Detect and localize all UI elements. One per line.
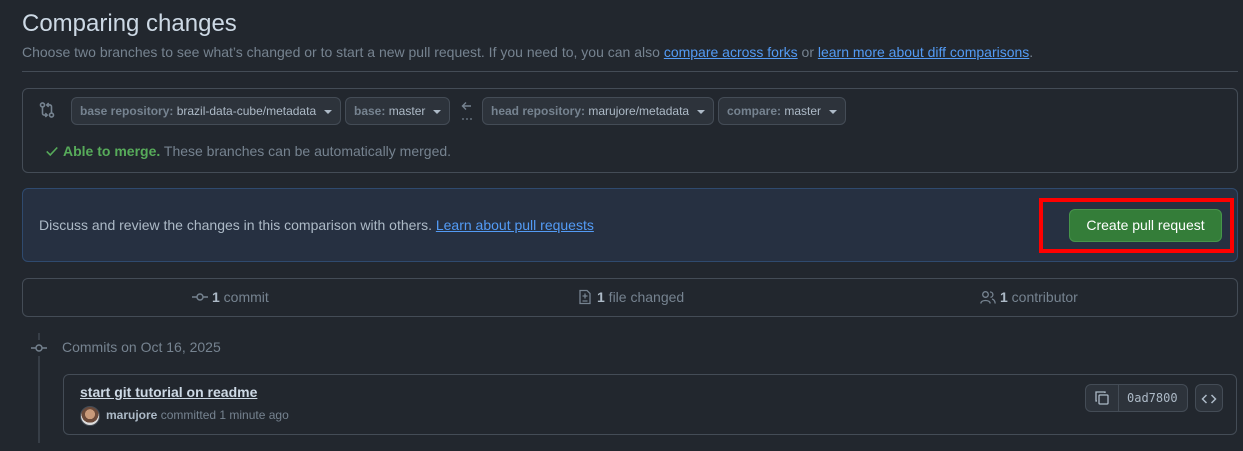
commits-date-header: Commits on Oct 16, 2025 bbox=[62, 339, 221, 355]
chevron-down-icon bbox=[829, 109, 838, 114]
create-pull-request-button[interactable]: Create pull request bbox=[1069, 209, 1222, 242]
commits-count: 1 bbox=[212, 289, 220, 305]
contributors-count: 1 bbox=[1000, 289, 1008, 305]
base-repository-value: brazil-data-cube/metadata bbox=[176, 104, 317, 118]
chevron-down-icon bbox=[324, 109, 333, 114]
subtitle-prefix: Choose two branches to see what’s change… bbox=[22, 44, 664, 60]
contributors-label: contributor bbox=[1007, 289, 1078, 305]
base-repository-label: base repository: bbox=[80, 104, 177, 118]
check-icon bbox=[46, 146, 58, 157]
head-repository-value: marujore/metadata bbox=[588, 104, 690, 118]
copy-icon bbox=[1095, 391, 1109, 405]
branch-compare-box: base repository: brazil-data-cube/metada… bbox=[22, 88, 1238, 173]
diff-comparisons-link[interactable]: learn more about diff comparisons bbox=[818, 44, 1029, 60]
compare-branch-label: compare: bbox=[727, 104, 785, 118]
git-commit-icon bbox=[30, 340, 48, 356]
base-repository-select[interactable]: base repository: brazil-data-cube/metada… bbox=[71, 97, 342, 125]
compare-across-forks-link[interactable]: compare across forks bbox=[664, 44, 798, 60]
people-icon bbox=[980, 291, 996, 304]
commit-sha-group: 0ad7800 bbox=[1085, 384, 1188, 412]
page: Comparing changes Choose two branches to… bbox=[0, 0, 1243, 451]
code-icon bbox=[1201, 394, 1217, 404]
commit-title-link[interactable]: start git tutorial on readme bbox=[80, 384, 257, 400]
comparison-stats-bar: 1 commit 1 file changed 1 contributor bbox=[22, 278, 1238, 317]
files-count: 1 bbox=[597, 289, 605, 305]
avatar[interactable] bbox=[80, 406, 100, 426]
commit-time: committed 1 minute ago bbox=[157, 408, 289, 422]
files-label: file changed bbox=[604, 289, 685, 305]
commit-author-link[interactable]: marujore bbox=[106, 408, 157, 422]
chevron-down-icon bbox=[433, 109, 442, 114]
contributors-stat[interactable]: 1 contributor bbox=[980, 289, 1078, 305]
page-subtitle: Choose two branches to see what’s change… bbox=[22, 44, 1033, 60]
base-branch-value: master bbox=[388, 104, 426, 118]
learn-pull-requests-link[interactable]: Learn about pull requests bbox=[436, 217, 594, 233]
pull-request-banner: Discuss and review the changes in this c… bbox=[22, 188, 1238, 262]
head-repository-select[interactable]: head repository: marujore/metadata bbox=[482, 97, 715, 125]
browse-repository-button[interactable] bbox=[1195, 384, 1223, 412]
base-branch-select[interactable]: base: master bbox=[345, 97, 451, 125]
merge-status-text: These branches can be automatically merg… bbox=[160, 143, 452, 159]
commits-label: commit bbox=[219, 289, 269, 305]
compare-branch-select[interactable]: compare: master bbox=[718, 97, 847, 125]
merge-ok-label: Able to merge. bbox=[63, 143, 161, 159]
file-diff-icon bbox=[579, 289, 591, 305]
head-repository-label: head repository: bbox=[491, 104, 589, 118]
commit-meta: marujore committed 1 minute ago bbox=[106, 408, 289, 422]
git-compare-icon bbox=[39, 102, 55, 118]
pr-banner-text: Discuss and review the changes in this c… bbox=[39, 217, 594, 233]
chevron-down-icon bbox=[697, 109, 706, 114]
base-branch-label: base: bbox=[354, 104, 389, 118]
header-divider bbox=[22, 71, 1238, 72]
subtitle-suffix: . bbox=[1029, 44, 1034, 60]
arrow-left-icon bbox=[461, 102, 472, 120]
files-changed-stat[interactable]: 1 file changed bbox=[577, 289, 684, 305]
pr-banner-message: Discuss and review the changes in this c… bbox=[39, 217, 436, 233]
commit-sha-link[interactable]: 0ad7800 bbox=[1127, 391, 1178, 405]
commits-stat[interactable]: 1 commit bbox=[192, 289, 269, 305]
copy-sha-button[interactable] bbox=[1086, 385, 1119, 411]
subtitle-or: or bbox=[797, 44, 818, 60]
compare-branch-value: master bbox=[784, 104, 822, 118]
commit-list-item: start git tutorial on readme marujore co… bbox=[63, 374, 1237, 435]
page-title: Comparing changes bbox=[22, 10, 237, 37]
merge-status: Able to merge. These branches can be aut… bbox=[45, 143, 451, 159]
git-commit-icon bbox=[192, 293, 208, 301]
